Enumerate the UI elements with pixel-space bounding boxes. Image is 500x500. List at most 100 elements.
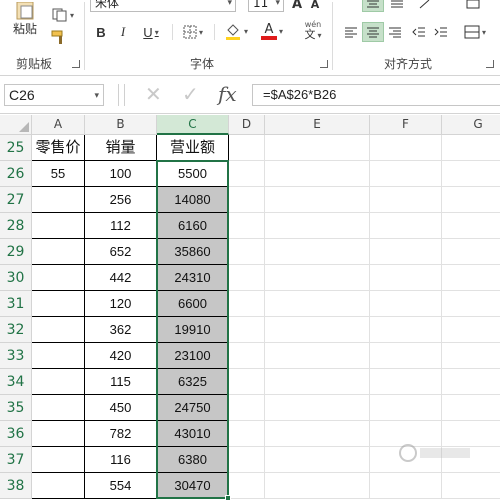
cell-c33[interactable]: 23100: [157, 343, 229, 369]
font-launcher-icon[interactable]: [320, 60, 328, 68]
column-header-g[interactable]: G: [442, 115, 500, 135]
cell-d29[interactable]: [229, 239, 265, 265]
column-header-b[interactable]: B: [85, 115, 157, 135]
cell-e28[interactable]: [265, 213, 370, 239]
cell-c28[interactable]: 6160: [157, 213, 229, 239]
cell-e27[interactable]: [265, 187, 370, 213]
cancel-icon[interactable]: ✕: [145, 82, 162, 106]
cell-f31[interactable]: [370, 291, 442, 317]
cell-d36[interactable]: [229, 421, 265, 447]
cell-f32[interactable]: [370, 317, 442, 343]
row-header-32[interactable]: 32: [0, 317, 32, 343]
cell-e34[interactable]: [265, 369, 370, 395]
cell-g32[interactable]: [442, 317, 500, 343]
cell-b35[interactable]: 450: [85, 395, 157, 421]
cell-a26[interactable]: 55: [32, 161, 85, 187]
cell-a29[interactable]: [32, 239, 85, 265]
cell-c35[interactable]: 24750: [157, 395, 229, 421]
shrink-font-button[interactable]: A: [308, 0, 322, 12]
cell-e26[interactable]: [265, 161, 370, 187]
cell-d26[interactable]: [229, 161, 265, 187]
cell-g26[interactable]: [442, 161, 500, 187]
row-header-30[interactable]: 30: [0, 265, 32, 291]
cell-d38[interactable]: [229, 473, 265, 499]
font-size-select[interactable]: 11 ▾: [248, 0, 284, 12]
cell-e38[interactable]: [265, 473, 370, 499]
row-header-35[interactable]: 35: [0, 395, 32, 421]
cell-d25[interactable]: [229, 135, 265, 161]
column-header-c[interactable]: C: [157, 115, 229, 135]
cell-d37[interactable]: [229, 447, 265, 473]
cell-c38[interactable]: 30470: [157, 473, 229, 499]
cell-f25[interactable]: [370, 135, 442, 161]
cell-g34[interactable]: [442, 369, 500, 395]
cell-a33[interactable]: [32, 343, 85, 369]
cell-e29[interactable]: [265, 239, 370, 265]
cell-a32[interactable]: [32, 317, 85, 343]
row-header-38[interactable]: 38: [0, 473, 32, 499]
cell-a25[interactable]: 零售价: [32, 135, 85, 161]
cell-e25[interactable]: [265, 135, 370, 161]
cell-c29[interactable]: 35860: [157, 239, 229, 265]
clipboard-launcher-icon[interactable]: [72, 60, 80, 68]
cell-c34[interactable]: 6325: [157, 369, 229, 395]
paste-button[interactable]: 粘贴: [8, 0, 42, 38]
cell-c31[interactable]: 6600: [157, 291, 229, 317]
align-left-button[interactable]: [342, 23, 360, 41]
cell-e36[interactable]: [265, 421, 370, 447]
cell-g33[interactable]: [442, 343, 500, 369]
cell-b29[interactable]: 652: [85, 239, 157, 265]
cell-e30[interactable]: [265, 265, 370, 291]
cell-g27[interactable]: [442, 187, 500, 213]
column-header-e[interactable]: E: [265, 115, 370, 135]
row-header-28[interactable]: 28: [0, 213, 32, 239]
row-header-26[interactable]: 26: [0, 161, 32, 187]
cell-f38[interactable]: [370, 473, 442, 499]
cell-d31[interactable]: [229, 291, 265, 317]
row-header-33[interactable]: 33: [0, 343, 32, 369]
row-header-36[interactable]: 36: [0, 421, 32, 447]
cell-c30[interactable]: 24310: [157, 265, 229, 291]
cell-d32[interactable]: [229, 317, 265, 343]
bold-button[interactable]: B: [92, 22, 110, 42]
row-header-29[interactable]: 29: [0, 239, 32, 265]
cell-f30[interactable]: [370, 265, 442, 291]
cell-c32[interactable]: 19910: [157, 317, 229, 343]
align-middle-button[interactable]: [386, 0, 408, 12]
font-color-button[interactable]: A ▾: [256, 20, 288, 42]
cell-c37[interactable]: 6380: [157, 447, 229, 473]
cell-e32[interactable]: [265, 317, 370, 343]
cell-a30[interactable]: [32, 265, 85, 291]
merge-center-button[interactable]: ▾: [460, 22, 490, 42]
row-header-37[interactable]: 37: [0, 447, 32, 473]
cell-a37[interactable]: [32, 447, 85, 473]
column-header-d[interactable]: D: [229, 115, 265, 135]
cell-g29[interactable]: [442, 239, 500, 265]
cell-b37[interactable]: 116: [85, 447, 157, 473]
orientation-button[interactable]: [414, 0, 438, 12]
cell-d27[interactable]: [229, 187, 265, 213]
cell-a28[interactable]: [32, 213, 85, 239]
cell-c36[interactable]: 43010: [157, 421, 229, 447]
phonetic-guide-button[interactable]: wén 文 ▾: [296, 20, 330, 42]
column-header-f[interactable]: F: [370, 115, 442, 135]
cell-f35[interactable]: [370, 395, 442, 421]
font-name-select[interactable]: 宋体 ▾: [90, 0, 236, 12]
border-button[interactable]: ▾: [178, 22, 208, 42]
format-painter-button[interactable]: [48, 28, 68, 46]
cell-g38[interactable]: [442, 473, 500, 499]
underline-button[interactable]: U ▾: [136, 22, 166, 42]
insert-function-icon[interactable]: fx: [218, 82, 237, 106]
cell-f28[interactable]: [370, 213, 442, 239]
cell-c27[interactable]: 14080: [157, 187, 229, 213]
cell-a31[interactable]: [32, 291, 85, 317]
align-top-button[interactable]: [362, 0, 384, 12]
name-box[interactable]: C26 ▾: [4, 84, 104, 106]
column-header-a[interactable]: A: [32, 115, 85, 135]
cell-g30[interactable]: [442, 265, 500, 291]
row-header-27[interactable]: 27: [0, 187, 32, 213]
decrease-indent-button[interactable]: [410, 23, 428, 41]
cell-g25[interactable]: [442, 135, 500, 161]
cell-b26[interactable]: 100: [85, 161, 157, 187]
fill-color-button[interactable]: ▾: [220, 20, 252, 42]
